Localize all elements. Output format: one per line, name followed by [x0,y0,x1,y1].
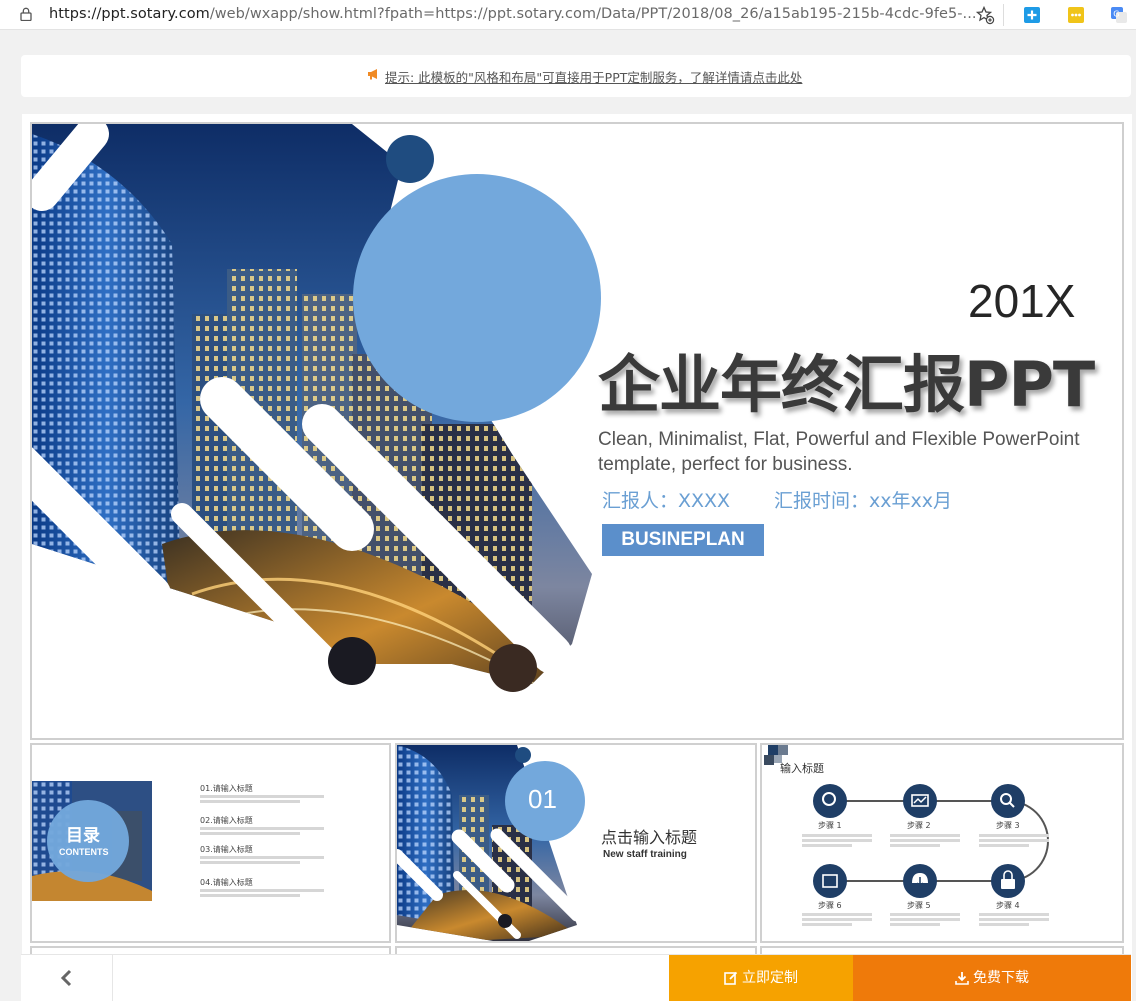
step-6-desc [802,911,872,926]
contents-circle-title: 目录 [66,826,100,846]
url-text[interactable]: https://ppt.sotary.com/web/wxapp/show.ht… [49,6,977,22]
edit-icon [724,971,738,985]
thumbnail-slide-5[interactable] [395,946,757,954]
toc-placeholder-3 [200,856,330,864]
svg-text:G: G [1113,10,1119,19]
step-4-label: 步骤 4 [996,901,1020,910]
customize-button[interactable]: 立即定制 [669,955,853,1001]
notice-link[interactable]: 提示: 此模板的"风格和布局"可直接用于PPT定制服务，了解详情请点击此处 [385,67,802,86]
thumbnail-slide-6[interactable] [760,946,1124,954]
slide-year: 201X [968,275,1076,327]
section-subtitle: New staff training [603,849,687,860]
toolbar-separator [1003,4,1004,26]
download-icon [955,972,969,985]
extension-dots-icon[interactable] [1067,6,1085,24]
extension-translate-icon[interactable]: G [1110,6,1128,24]
section-title: 点击输入标题 [601,828,698,847]
thumbnail-slide-4[interactable] [30,946,391,954]
step-4-desc [979,911,1049,926]
address-bar[interactable]: https://ppt.sotary.com/web/wxapp/show.ht… [0,0,1136,30]
lock-icon [20,7,32,21]
step-2-label: 步骤 2 [907,821,931,830]
step-5-label: 步骤 5 [907,901,931,910]
thumbnail-slide-2[interactable]: 01 点击输入标题 New staff training [395,743,757,943]
contents-circle-sub: CONTENTS [59,847,109,857]
extension-plus-icon[interactable] [1023,6,1041,24]
slide-description: Clean, Minimalist, Flat, Powerful and Fl… [598,429,1080,475]
toc-placeholder-4 [200,889,330,897]
step-2-desc [890,832,960,847]
step-3-label: 步骤 3 [996,821,1020,830]
section-photo-graphic [397,745,585,941]
thumbnail-slide-1[interactable]: 目录 CONTENTS 01.请输入标题 02.请输入标题 03.请输入标题 0… [30,743,391,943]
slide-reporter: 汇报人：XXXX [602,490,731,512]
toc-item-2: 02.请输入标题 [200,816,253,825]
customize-label: 立即定制 [742,970,798,986]
slide-report-time: 汇报时间：xx年xx月 [774,490,952,512]
download-button[interactable]: 免费下载 [853,955,1131,1001]
toc-item-1: 01.请输入标题 [200,784,253,793]
toc-placeholder-2 [200,827,330,835]
step-5-desc [890,911,960,926]
toc-placeholder-1 [200,795,330,803]
section-number: 01 [528,784,557,814]
chevron-left-icon [60,969,72,987]
download-label: 免费下载 [973,970,1029,986]
steps-title: 输入标题 [780,762,824,775]
step-6-label: 步骤 6 [818,901,842,910]
main-slide[interactable]: 201X 企业年终汇报PPT Clean, Minimalist, Flat, … [30,122,1124,740]
slide-title: 企业年终汇报PPT [598,348,1095,421]
megaphone-icon [368,69,377,80]
toc-item-3: 03.请输入标题 [200,845,253,854]
step-1-label: 步骤 1 [818,821,842,830]
notice-banner: 提示: 此模板的"风格和布局"可直接用于PPT定制服务，了解详情请点击此处 [21,55,1131,97]
back-button[interactable] [21,955,113,1001]
favorite-star-icon[interactable] [975,5,995,25]
slide-busineplan-label: BUSINEPLAN [602,524,764,556]
step-3-desc [979,832,1049,847]
small-circle-dark [386,135,434,183]
step-1-desc [802,832,872,847]
thumbnail-slide-3[interactable]: 输入标题 步骤 1 步骤 2 步骤 3 步骤 6 步骤 5 步骤 4 [760,743,1124,943]
toc-item-4: 04.请输入标题 [200,878,253,887]
